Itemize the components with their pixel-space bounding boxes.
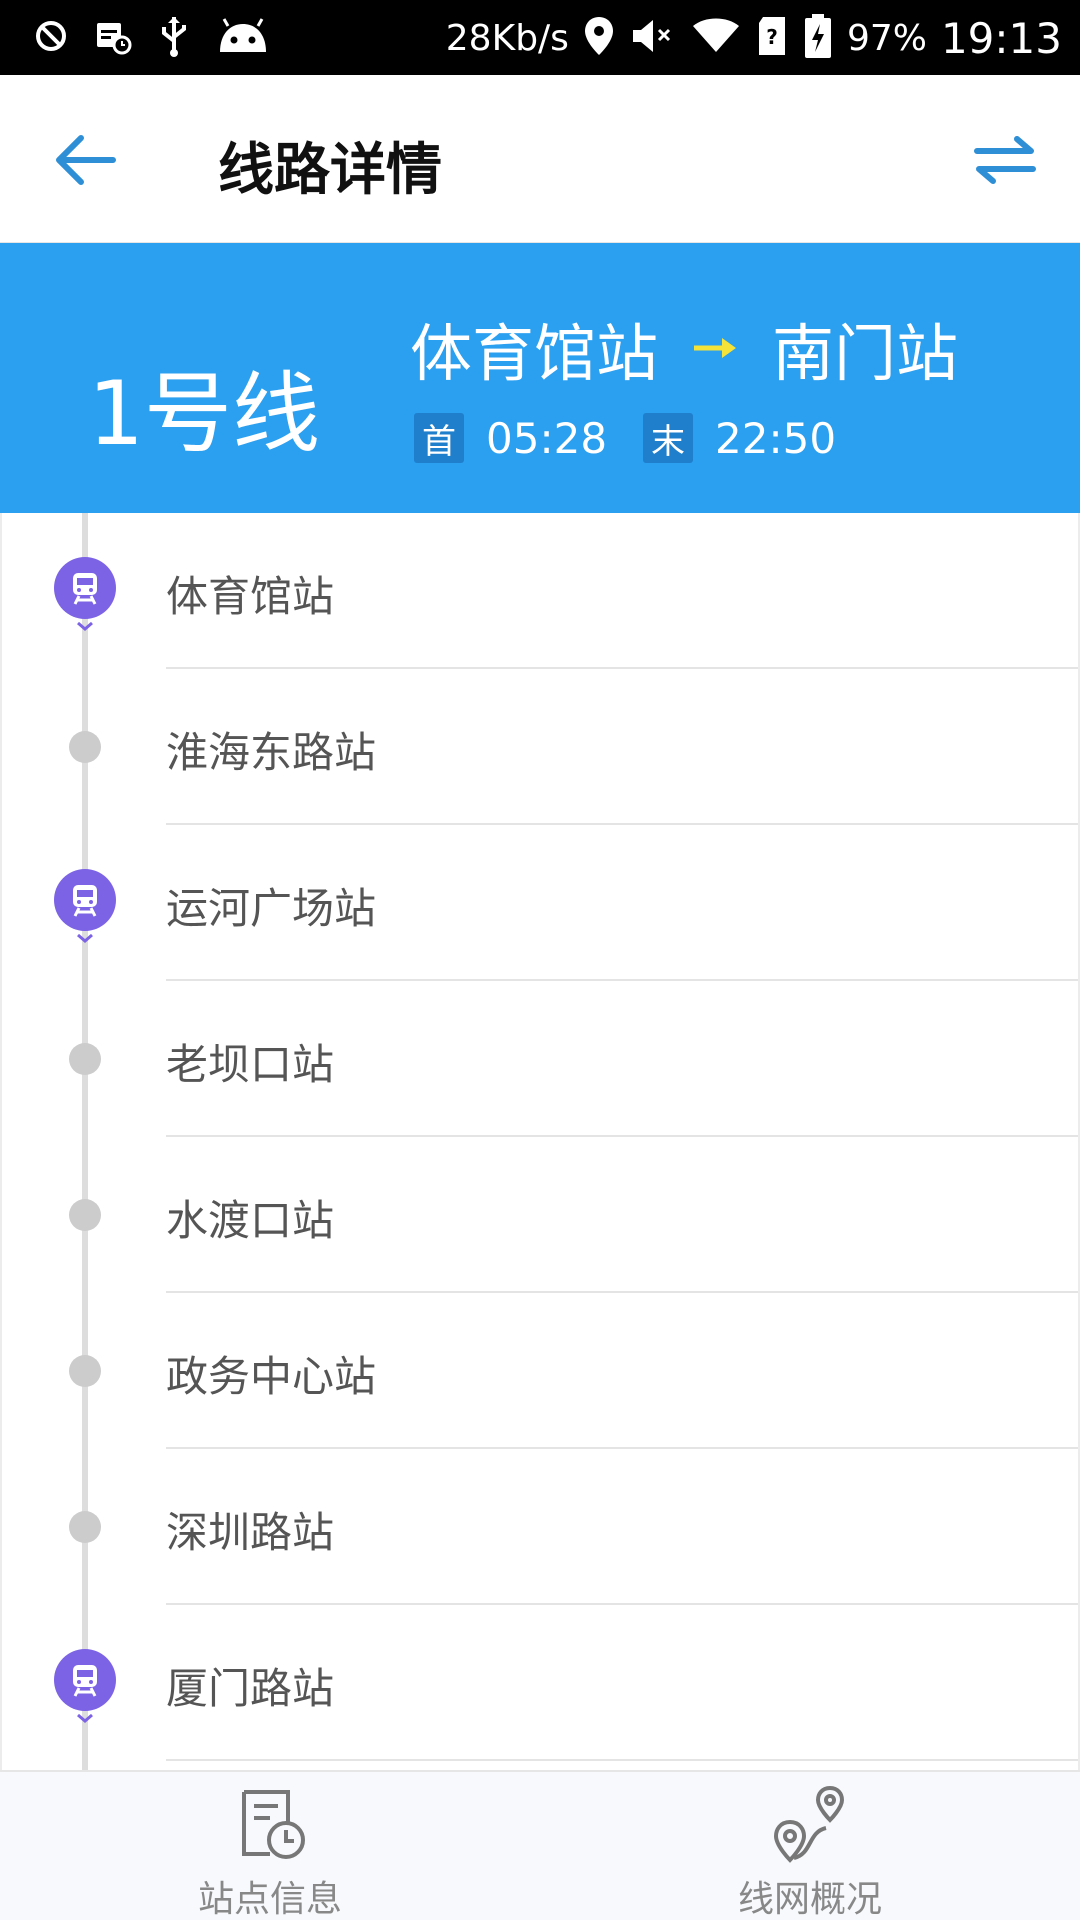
line-name: 1号线 xyxy=(88,362,320,465)
battery-level: 97% xyxy=(846,17,927,59)
station-item[interactable]: 深圳路站 xyxy=(2,1449,1078,1605)
location-icon xyxy=(583,15,615,61)
station-item[interactable]: 老坝口站 xyxy=(2,981,1078,1137)
metro-icon xyxy=(54,869,116,931)
first-train-tag: 首 xyxy=(414,413,464,463)
station-item[interactable]: 淮海东路站 xyxy=(2,669,1078,825)
last-train-tag: 末 xyxy=(643,413,694,463)
status-bar: 28Kb/s ? 97% 19:13 xyxy=(0,0,1080,75)
network-map-icon xyxy=(773,1785,845,1863)
clock: 19:13 xyxy=(940,13,1062,63)
station-info-icon xyxy=(242,1790,305,1859)
page-title: 线路详情 xyxy=(218,138,442,203)
direction-arrow-icon xyxy=(692,335,738,361)
nav-label: 站点信息 xyxy=(198,1879,343,1920)
metro-icon xyxy=(54,1649,116,1711)
swap-direction-icon xyxy=(974,136,1036,184)
station-name: 体育馆站 xyxy=(166,572,335,621)
nav-label: 线网概况 xyxy=(738,1879,883,1920)
back-arrow-icon xyxy=(56,135,116,185)
station-name: 政务中心站 xyxy=(166,1352,377,1401)
station-name: 运河广场站 xyxy=(166,884,377,933)
station-item[interactable]: 厦门路站 xyxy=(2,1605,1078,1761)
station-dot-icon xyxy=(69,1355,101,1387)
swap-direction-button[interactable] xyxy=(960,115,1050,205)
station-item[interactable]: 体育馆站 xyxy=(2,513,1078,669)
blocked-icon xyxy=(34,19,68,57)
calendar-clock-icon xyxy=(94,17,132,59)
sim-unknown-icon: ? xyxy=(755,15,789,61)
line-banner: 1号线 体育馆站 南门站 首 05:28 末 22:50 xyxy=(0,243,1080,513)
station-item[interactable]: 政务中心站 xyxy=(2,1293,1078,1449)
station-item[interactable]: 运河广场站 xyxy=(2,825,1078,981)
chevron-down-icon xyxy=(77,933,93,943)
svg-text:?: ? xyxy=(766,25,778,49)
station-dot-icon xyxy=(69,1511,101,1543)
chevron-down-icon xyxy=(77,621,93,631)
usb-icon xyxy=(158,15,190,61)
last-train-time: 22:50 xyxy=(715,413,837,463)
android-icon xyxy=(216,16,270,60)
first-train-time: 05:28 xyxy=(486,413,608,463)
wifi-icon xyxy=(691,16,741,60)
station-name: 淮海东路站 xyxy=(166,728,377,777)
nav-network-overview[interactable]: 线网概况 xyxy=(540,1772,1080,1922)
station-dot-icon xyxy=(69,731,101,763)
battery-charging-icon xyxy=(803,13,833,63)
network-speed: 28Kb/s xyxy=(445,17,569,59)
from-station: 体育馆站 xyxy=(410,317,659,390)
nav-station-info[interactable]: 站点信息 xyxy=(0,1772,540,1922)
mute-icon xyxy=(629,16,677,60)
station-dot-icon xyxy=(69,1199,101,1231)
station-name: 水渡口站 xyxy=(166,1196,335,1245)
station-name: 深圳路站 xyxy=(166,1508,335,1557)
metro-icon xyxy=(54,557,116,619)
station-name: 老坝口站 xyxy=(166,1040,335,1089)
divider xyxy=(166,1759,1078,1761)
station-dot-icon xyxy=(69,1043,101,1075)
service-times: 首 05:28 末 22:50 xyxy=(414,413,872,463)
route-direction: 体育馆站 南门站 xyxy=(410,303,958,393)
station-list[interactable]: 体育馆站 淮海东路站 运河广场站 老坝口站 水渡口站 政务中心站 深圳路站 厦门… xyxy=(0,513,1080,1770)
chevron-down-icon xyxy=(77,1713,93,1723)
app-bar: 线路详情 xyxy=(0,75,1080,243)
back-button[interactable] xyxy=(40,115,130,205)
bottom-nav: 站点信息 线网概况 xyxy=(0,1770,1080,1920)
station-item[interactable]: 水渡口站 xyxy=(2,1137,1078,1293)
to-station: 南门站 xyxy=(772,317,959,390)
station-name: 厦门路站 xyxy=(166,1664,335,1713)
